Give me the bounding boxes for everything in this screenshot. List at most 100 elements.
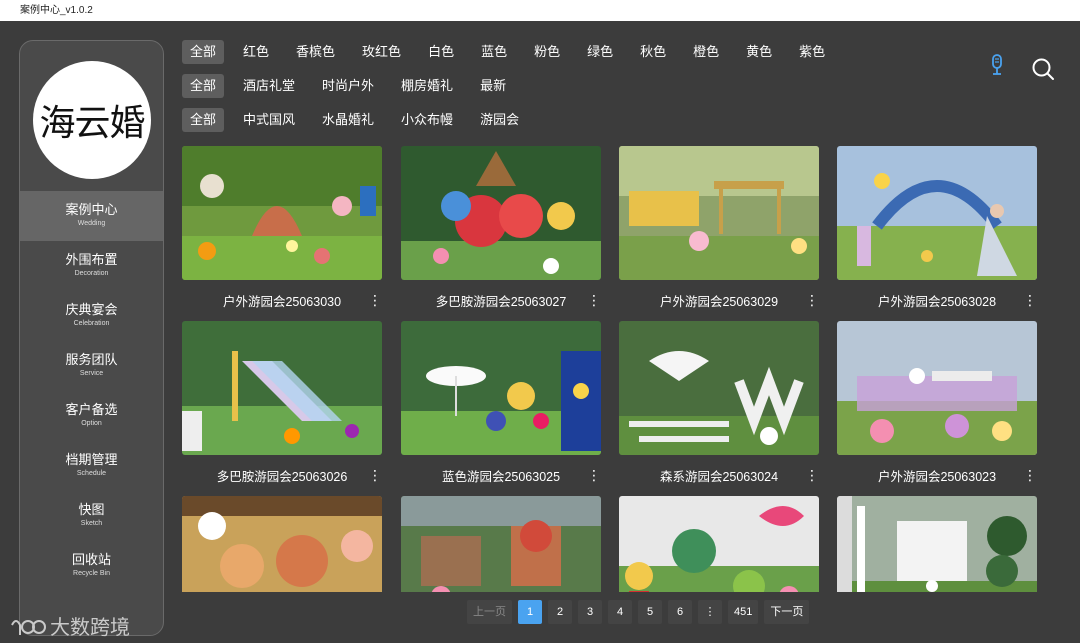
venue-filter-chip[interactable]: 酒店礼堂 [235, 74, 303, 98]
case-photo [401, 321, 601, 455]
sidebar-item-sublabel: Service [79, 370, 104, 377]
case-caption: 户外游园会25063029 ⋮ [619, 280, 819, 320]
more-vertical-icon[interactable]: ⋮ [805, 467, 819, 483]
case-card[interactable]: 森系游园会25063024 ⋮ [619, 321, 819, 495]
case-card[interactable]: 蓝色游园会25063025 ⋮ [401, 321, 601, 495]
sidebar-item-wedding[interactable]: 案例中心 Wedding [20, 191, 163, 241]
case-thumbnail[interactable] [837, 496, 1037, 592]
case-thumbnail[interactable] [619, 496, 819, 592]
style-filter-chip[interactable]: 中式国风 [235, 108, 303, 132]
case-title[interactable]: 户外游园会25063023 [878, 466, 996, 485]
sidebar-item-service[interactable]: 服务团队 Service [20, 341, 163, 391]
case-thumbnail[interactable] [837, 146, 1037, 280]
case-card[interactable] [619, 496, 819, 592]
page-button-6[interactable]: 6 [668, 600, 692, 624]
page-button-5[interactable]: 5 [638, 600, 662, 624]
more-vertical-icon[interactable]: ⋮ [368, 467, 382, 483]
more-vertical-icon[interactable]: ⋮ [368, 292, 382, 308]
search-icon[interactable] [1031, 57, 1055, 81]
page-button-last[interactable]: 451 [728, 600, 759, 624]
color-filter-chip[interactable]: 粉色 [526, 40, 568, 64]
color-filter-chip[interactable]: 香槟色 [288, 40, 343, 64]
case-thumbnail[interactable] [182, 321, 382, 455]
more-vertical-icon[interactable]: ⋮ [587, 292, 601, 308]
case-card[interactable] [182, 496, 382, 592]
case-card[interactable] [401, 496, 601, 592]
case-title[interactable]: 多巴胺游园会25063026 [217, 466, 348, 485]
color-filter-chip[interactable]: 橙色 [685, 40, 727, 64]
case-title[interactable]: 蓝色游园会25063025 [442, 466, 560, 485]
case-card[interactable] [837, 496, 1037, 592]
filter-row-venue: 全部 酒店礼堂 时尚户外 棚房婚礼 最新 [182, 74, 525, 98]
case-photo [182, 496, 382, 592]
color-filter-chip[interactable]: 蓝色 [473, 40, 515, 64]
case-title[interactable]: 户外游园会25063030 [223, 291, 341, 310]
style-filter-chip[interactable]: 小众布幔 [393, 108, 461, 132]
page-button-4[interactable]: 4 [608, 600, 632, 624]
sidebar-item-label: 案例中心 [65, 202, 118, 217]
sidebar-item-sketch[interactable]: 快图 Sketch [20, 491, 163, 541]
page-button-1[interactable]: 1 [518, 600, 542, 624]
case-photo [837, 321, 1037, 455]
venue-filter-chip[interactable]: 时尚户外 [314, 74, 382, 98]
sidebar-item-decoration[interactable]: 外围布置 Decoration [20, 241, 163, 291]
page-ellipsis: ⋮ [698, 600, 722, 624]
style-filter-chip[interactable]: 全部 [182, 108, 225, 132]
sidebar-item-recycle-bin[interactable]: 回收站 Recycle Bin [20, 541, 163, 591]
color-filter-chip[interactable]: 秋色 [632, 40, 674, 64]
case-thumbnail[interactable] [401, 146, 601, 280]
style-filter-chip[interactable]: 游园会 [472, 108, 527, 132]
case-card[interactable]: 户外游园会25063030 ⋮ [182, 146, 382, 320]
sidebar-item-option[interactable]: 客户备选 Option [20, 391, 163, 441]
color-filter-chip[interactable]: 黄色 [738, 40, 780, 64]
case-thumbnail[interactable] [182, 146, 382, 280]
case-photo [619, 321, 819, 455]
case-photo [619, 146, 819, 280]
venue-filter-chip[interactable]: 棚房婚礼 [393, 74, 461, 98]
more-vertical-icon[interactable]: ⋮ [805, 292, 819, 308]
color-filter-chip[interactable]: 红色 [235, 40, 277, 64]
case-thumbnail[interactable] [619, 321, 819, 455]
case-photo [401, 496, 601, 592]
style-filter-chip[interactable]: 水晶婚礼 [314, 108, 382, 132]
color-filter-chip[interactable]: 白色 [420, 40, 462, 64]
brand-logo-text: 海云婚 [39, 103, 145, 144]
more-vertical-icon[interactable]: ⋮ [587, 467, 601, 483]
case-thumbnail[interactable] [182, 496, 382, 592]
sidebar-item-sublabel: Celebration [73, 320, 110, 327]
color-filter-chip[interactable]: 绿色 [579, 40, 621, 64]
sidebar-item-label: 档期管理 [65, 452, 118, 467]
next-page-button[interactable]: 下一页 [764, 600, 810, 624]
page-button-2[interactable]: 2 [548, 600, 572, 624]
case-title[interactable]: 多巴胺游园会25063027 [436, 291, 567, 310]
case-caption: 户外游园会25063023 ⋮ [837, 455, 1037, 495]
case-card[interactable]: 户外游园会25063023 ⋮ [837, 321, 1037, 495]
case-thumbnail[interactable] [401, 321, 601, 455]
sidebar-item-schedule[interactable]: 档期管理 Schedule [20, 441, 163, 491]
case-card[interactable]: 户外游园会25063029 ⋮ [619, 146, 819, 320]
prev-page-button[interactable]: 上一页 [467, 600, 512, 624]
color-filter-chip[interactable]: 玫红色 [354, 40, 409, 64]
venue-filter-chip[interactable]: 全部 [182, 74, 225, 98]
case-title[interactable]: 户外游园会25063028 [878, 291, 996, 310]
case-card[interactable]: 多巴胺游园会25063026 ⋮ [182, 321, 382, 495]
case-title[interactable]: 森系游园会25063024 [660, 466, 778, 485]
case-card[interactable]: 户外游园会25063028 ⋮ [837, 146, 1037, 320]
case-thumbnail[interactable] [837, 321, 1037, 455]
sidebar-item-sublabel: Recycle Bin [73, 570, 110, 577]
case-caption: 多巴胺游园会25063027 ⋮ [401, 280, 601, 320]
case-title[interactable]: 户外游园会25063029 [660, 291, 778, 310]
case-thumbnail[interactable] [401, 496, 601, 592]
sidebar-item-celebration[interactable]: 庆典宴会 Celebration [20, 291, 163, 341]
venue-filter-chip[interactable]: 最新 [472, 74, 514, 98]
case-card[interactable]: 多巴胺游园会25063027 ⋮ [401, 146, 601, 320]
case-thumbnail[interactable] [619, 146, 819, 280]
color-filter-chip[interactable]: 紫色 [791, 40, 833, 64]
more-vertical-icon[interactable]: ⋮ [1023, 292, 1037, 308]
microphone-icon[interactable] [988, 54, 1006, 76]
more-vertical-icon[interactable]: ⋮ [1023, 467, 1037, 483]
color-filter-chip[interactable]: 全部 [182, 40, 225, 64]
sidebar-item-label: 服务团队 [65, 352, 118, 367]
sidebar-item-sublabel: Wedding [77, 220, 106, 227]
page-button-3[interactable]: 3 [578, 600, 602, 624]
